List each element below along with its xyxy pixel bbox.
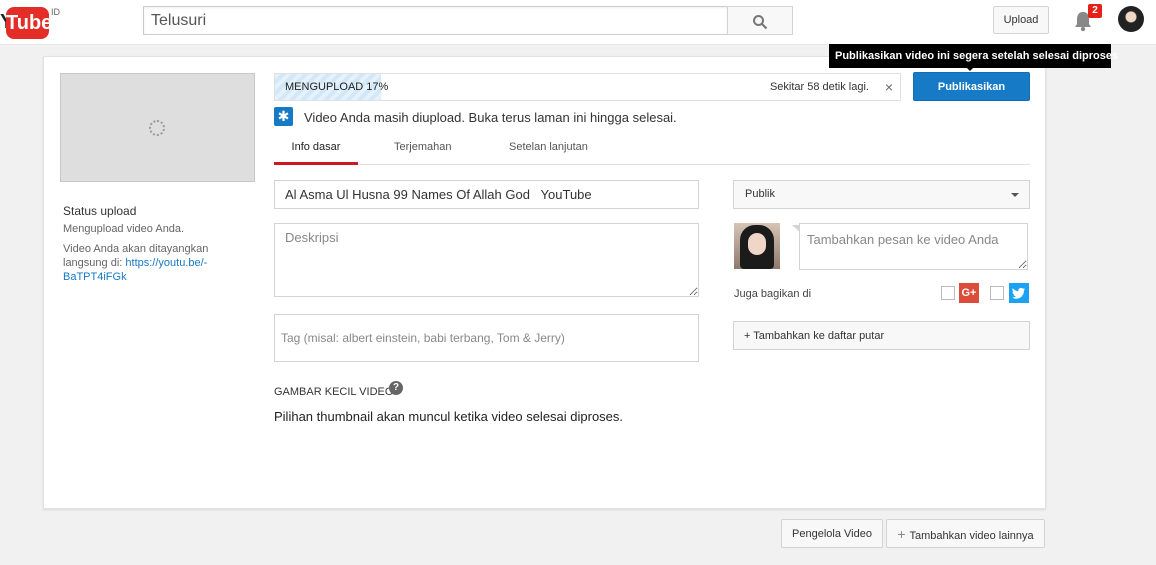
add-to-playlist-button[interactable]: + Tambahkan ke daftar putar [733,321,1030,350]
thumbnail-note: Pilihan thumbnail akan muncul ketika vid… [274,409,624,424]
tooltip-arrow [965,66,975,71]
plus-icon: + [897,525,906,542]
chevron-down-icon [1011,193,1019,197]
loading-spinner-icon [149,120,165,136]
video-title-input[interactable] [274,180,699,209]
upload-status-title: Status upload [63,204,137,218]
privacy-selected-value: Publik [745,188,775,200]
masthead: You Tube ID Upload 2 [0,0,1156,45]
upload-card: Status upload Mengupload video Anda. Vid… [43,56,1046,509]
add-more-videos-button[interactable]: + Tambahkan video lainnya [886,519,1045,548]
publish-button[interactable]: Publikasikan [913,72,1030,101]
upload-status-text: Mengupload video Anda. [63,223,185,235]
publish-tooltip: Publikasikan video ini segera setelah se… [829,44,1118,68]
tab-bar: Info dasar Terjemahan Setelan lanjutan [274,139,1030,165]
twitter-bird-glyph [1012,287,1025,299]
star-icon: ✱ [274,107,293,126]
share-google-plus-checkbox[interactable] [941,286,955,300]
account-avatar[interactable] [1118,6,1144,32]
search-bar [143,6,793,35]
video-thumbnail-placeholder [60,73,255,182]
upload-button[interactable]: Upload [993,6,1049,34]
description-textarea[interactable] [274,223,699,297]
upload-progress-bar: MENGUPLOAD 17% Sekitar 58 detik lagi. × [274,73,901,101]
logo-country-code: ID [51,7,60,17]
upload-progress-label: MENGUPLOAD 17% [285,81,389,93]
twitter-icon [1009,283,1029,303]
upload-time-remaining: Sekitar 58 detik lagi. [769,81,869,93]
search-input[interactable] [143,6,727,35]
help-icon[interactable]: ? [389,381,403,395]
channel-avatar [734,223,780,269]
cancel-upload-close-icon[interactable]: × [885,80,893,94]
search-icon [753,14,768,29]
google-plus-icon: G+ [959,283,979,303]
share-label: Juga bagikan di [734,288,812,300]
privacy-dropdown[interactable]: Publik [733,180,1030,209]
tab-advanced-settings[interactable]: Setelan lanjutan [509,139,588,165]
thumbnail-heading: GAMBAR KECIL VIDEO [274,386,394,398]
add-more-videos-label: Tambahkan video lainnya [909,529,1034,542]
tab-translations[interactable]: Terjemahan [394,139,451,165]
share-twitter-checkbox[interactable] [990,286,1004,300]
upload-notice-text: Video Anda masih diupload. Buka terus la… [304,110,677,125]
video-manager-button[interactable]: Pengelola Video [781,519,883,548]
search-button[interactable] [727,6,793,35]
upload-status-url-text: Video Anda akan ditayangkan langsung di:… [63,242,223,284]
notification-count-badge: 2 [1088,4,1102,18]
share-message-textarea[interactable] [799,223,1028,270]
tab-basic-info[interactable]: Info dasar [274,139,358,165]
tags-input[interactable] [274,314,699,362]
logo-tube: Tube [6,7,52,39]
